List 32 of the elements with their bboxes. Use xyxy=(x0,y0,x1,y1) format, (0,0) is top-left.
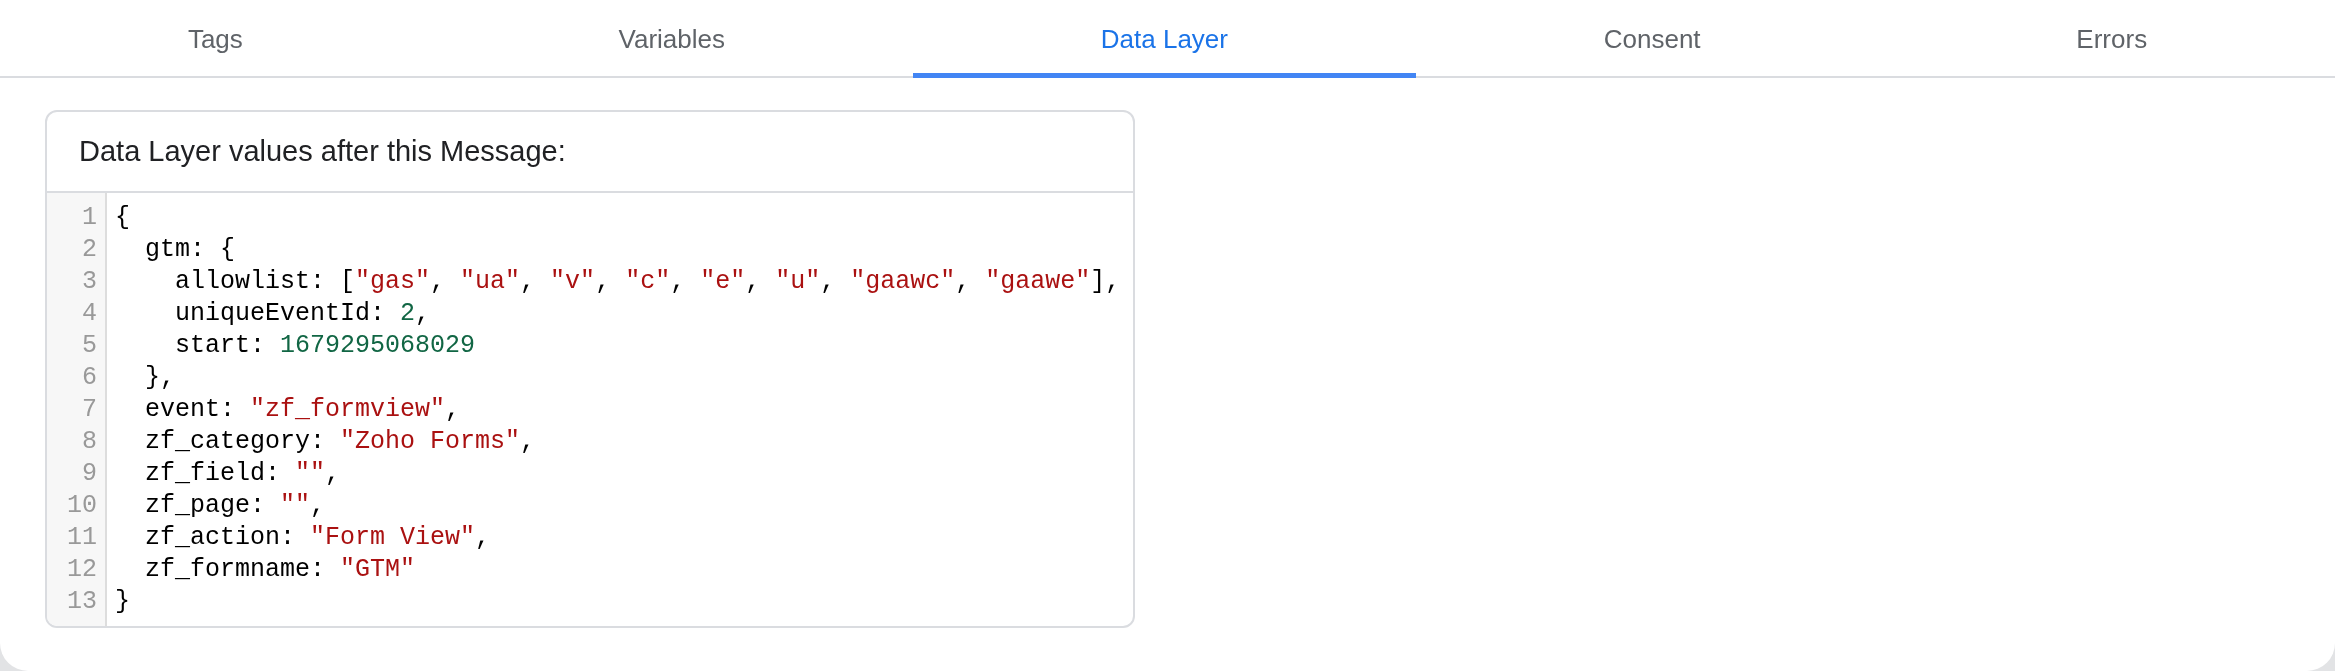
code-line: zf_action: "Form View", xyxy=(144,522,491,554)
line-number: 11 xyxy=(67,522,97,554)
line-number: 1 xyxy=(82,202,97,234)
code-line: event: "zf_formview", xyxy=(144,394,461,426)
code-line: zf_category: "Zoho Forms", xyxy=(144,426,536,458)
code-line: zf_page: "", xyxy=(144,490,326,522)
line-number: 3 xyxy=(82,266,97,298)
line-number: 13 xyxy=(67,586,97,618)
line-number: 4 xyxy=(82,298,97,330)
code-line: gtm: { xyxy=(144,234,236,266)
line-number: 2 xyxy=(82,234,97,266)
code-line: uniqueEventId: 2, xyxy=(174,298,431,330)
code-line: zf_formname: "GTM" xyxy=(144,554,416,586)
tab[interactable]: Data Layer xyxy=(912,0,1416,78)
code-line: zf_field: "", xyxy=(144,458,341,490)
code-line: }, xyxy=(144,362,175,394)
line-number: 9 xyxy=(82,458,97,490)
code-line: } xyxy=(115,586,130,618)
tab[interactable]: Tags xyxy=(0,0,431,78)
line-number: 8 xyxy=(82,426,97,458)
tab[interactable]: Errors xyxy=(1888,0,2335,78)
line-number: 6 xyxy=(82,362,97,394)
line-number: 10 xyxy=(67,490,97,522)
line-number: 5 xyxy=(82,330,97,362)
line-number: 12 xyxy=(67,554,97,586)
code-line: allowlist: ["gas", "ua", "v", "c", "e", "u", "gaawc", "gaawe"], xyxy=(174,266,1121,298)
line-number: 7 xyxy=(82,394,97,426)
card-title: Data Layer values after this Message: xyxy=(79,135,566,168)
code-line: { xyxy=(115,202,130,234)
tab[interactable]: Variables xyxy=(430,0,913,78)
code-line: start: 1679295068029 xyxy=(174,330,476,362)
tab[interactable]: Consent xyxy=(1415,0,1889,78)
